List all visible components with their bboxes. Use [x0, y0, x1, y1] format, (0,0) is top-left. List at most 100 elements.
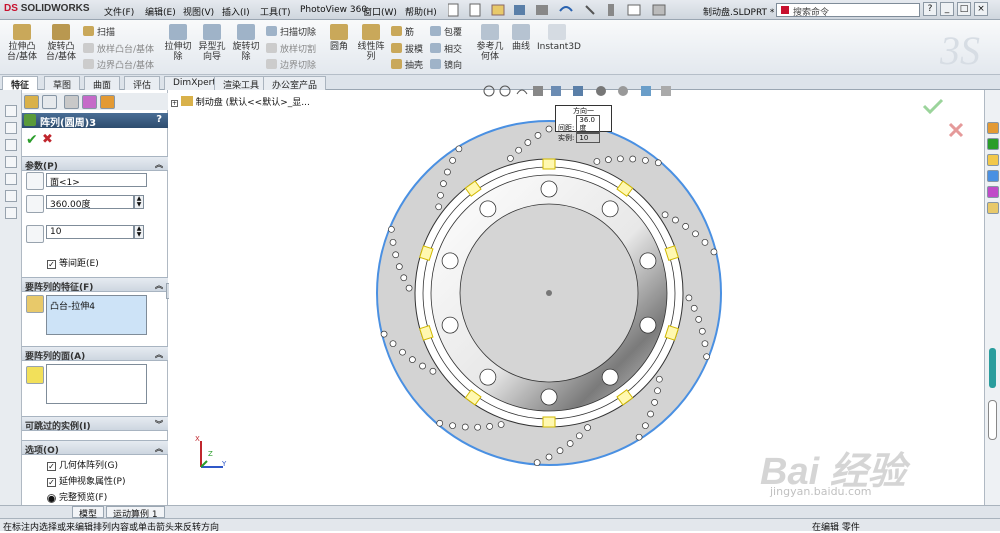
close-button[interactable]: ×: [974, 2, 988, 16]
confirm-cancel-icon[interactable]: [948, 122, 964, 138]
intersect-button[interactable]: 相交: [430, 42, 462, 55]
spacing-label: 间距:: [558, 124, 575, 132]
revolved-cut-button[interactable]: 旋转切除: [230, 24, 262, 62]
expand-toggle-icon[interactable]: +: [171, 100, 178, 107]
section-options[interactable]: 选项(O) ︽: [22, 440, 168, 456]
angle-input[interactable]: 360.00度: [46, 195, 134, 210]
section-features-to-pattern[interactable]: 要阵列的特征(F) ︽: [22, 277, 168, 293]
revolved-boss-button[interactable]: 旋转凸台/基体: [44, 24, 78, 62]
appearance-icon[interactable]: [987, 186, 999, 198]
resources-icon[interactable]: [987, 122, 999, 134]
zoom-slider-icon[interactable]: [989, 348, 996, 388]
instances-spinner[interactable]: ▲ ▼: [134, 225, 144, 239]
menu-help[interactable]: 帮助(H): [405, 5, 437, 18]
extruded-cut-button[interactable]: 拉伸切除: [162, 24, 194, 62]
instances-value[interactable]: 10: [576, 133, 601, 143]
menu-insert[interactable]: 插入(I): [222, 5, 250, 18]
app-logo[interactable]: DS SOLIDWORKS: [4, 3, 90, 14]
display-tab-icon[interactable]: [100, 95, 115, 109]
draft-button[interactable]: 拔模: [391, 42, 423, 55]
menu-view[interactable]: 视图(V): [183, 5, 214, 18]
dimxpert-icon[interactable]: [5, 156, 17, 168]
section-faces-to-pattern[interactable]: 要阵列的面(A) ︽: [22, 346, 168, 362]
panel-help-button[interactable]: ?: [156, 114, 162, 125]
tab-features[interactable]: 特征: [2, 76, 39, 91]
sketch-icon[interactable]: [5, 190, 17, 202]
dimxpert-tab-icon[interactable]: [82, 95, 97, 109]
fillet-button[interactable]: 圆角: [326, 24, 352, 52]
swept-cut-button[interactable]: 扫描切除: [266, 25, 316, 38]
section-parameters[interactable]: 参数(P) ︽: [22, 156, 168, 172]
property-icon[interactable]: [5, 122, 17, 134]
feature-tree-icon[interactable]: [5, 105, 17, 117]
ok-button[interactable]: ✔: [26, 132, 38, 148]
tab-motion-study[interactable]: 运动算例 1: [106, 506, 165, 520]
geometry-pattern-checkbox[interactable]: ✓ 几何体阵列(G): [47, 458, 118, 471]
linear-pattern-button[interactable]: 线性阵列: [354, 24, 388, 62]
feature-tree-root[interactable]: + 制动盘 (默认<<默认>_显...: [171, 95, 310, 108]
tab-sketch[interactable]: 草图: [44, 76, 81, 91]
tab-office-products[interactable]: 办公室产品: [263, 76, 327, 91]
spacing-value[interactable]: 36.0度: [576, 115, 601, 133]
boundary-boss-button[interactable]: 边界凸台/基体: [83, 58, 154, 71]
reference-geometry-button[interactable]: 参考几何体: [474, 24, 506, 62]
property-manager: 阵列(圆周)3 ? ✔ ✖ 参数(P) ︽ 面<1> 360.00度 ▲ ▼ 10 …: [22, 90, 168, 505]
pattern-callout[interactable]: 方向一 间距:36.0度 实例: 10: [555, 105, 612, 143]
quick-access-toolbar[interactable]: [448, 3, 678, 17]
feature-manager-tab-icon[interactable]: [24, 95, 39, 109]
menu-window[interactable]: 窗口(W): [363, 5, 397, 18]
rib-button[interactable]: 筋: [391, 25, 414, 38]
property-manager-tab-icon[interactable]: [42, 95, 57, 109]
maximize-button[interactable]: □: [957, 2, 971, 16]
configuration-tab-icon[interactable]: [64, 95, 79, 109]
display-icon[interactable]: [5, 173, 17, 185]
menu-edit[interactable]: 编辑(E): [145, 5, 176, 18]
hole-wizard-button[interactable]: 异型孔向导: [196, 24, 228, 62]
config-icon[interactable]: [5, 139, 17, 151]
instances-input[interactable]: 10: [46, 225, 134, 239]
confirm-corner[interactable]: [914, 94, 974, 144]
menu-tools[interactable]: 工具(T): [260, 5, 291, 18]
wrap-button[interactable]: 包覆: [430, 25, 462, 38]
minimize-button[interactable]: _: [940, 2, 954, 16]
angle-spinner[interactable]: ▲ ▼: [134, 195, 144, 209]
file-explorer-icon[interactable]: [987, 154, 999, 166]
search-commands-input[interactable]: 搜索命令: [776, 3, 920, 18]
pattern-axis-field[interactable]: 面<1>: [46, 173, 147, 188]
equal-spacing-checkbox[interactable]: ✓ 等间距(E): [47, 256, 99, 269]
mirror-button[interactable]: 镜向: [430, 58, 462, 71]
section-skipped-instances[interactable]: 可跳过的实例(I) ︾: [22, 416, 168, 432]
faces-list[interactable]: [46, 364, 147, 404]
help-button[interactable]: ?: [923, 2, 937, 16]
extruded-boss-button[interactable]: 拉伸凸台/基体: [6, 24, 38, 62]
design-library-icon[interactable]: [987, 138, 999, 150]
cancel-button[interactable]: ✖: [42, 132, 53, 147]
custom-properties-icon[interactable]: [987, 202, 999, 214]
features-list[interactable]: 凸台-拉伸4: [46, 295, 147, 335]
lofted-cut-button[interactable]: 放样切割: [266, 42, 316, 55]
list-item[interactable]: 凸台-拉伸4: [50, 302, 95, 312]
instant3d-button[interactable]: Instant3D: [537, 24, 581, 52]
instances-icon: [26, 225, 44, 243]
plane-icon[interactable]: [5, 207, 17, 219]
tab-evaluate[interactable]: 评估: [124, 76, 161, 91]
propagate-visual-checkbox[interactable]: ✓ 延伸视象属性(P): [47, 474, 125, 487]
full-preview-radio[interactable]: ● 完整预览(F): [47, 490, 107, 503]
triad-x-label: X: [195, 435, 200, 443]
search-icon[interactable]: [987, 170, 999, 182]
collapse-icon: ︽: [155, 444, 163, 453]
tab-model[interactable]: 模型: [72, 506, 105, 520]
thermometer-icon[interactable]: [988, 400, 997, 440]
confirm-ok-icon[interactable]: [922, 98, 944, 115]
menu-photoview[interactable]: PhotoView 360: [300, 5, 367, 15]
task-pane: [984, 90, 1000, 505]
boundary-cut-button[interactable]: 边界切除: [266, 58, 316, 71]
sweep-button[interactable]: 扫描: [83, 25, 115, 38]
tab-surfaces[interactable]: 曲面: [84, 76, 121, 91]
curves-button[interactable]: 曲线: [508, 24, 534, 52]
heads-up-view-toolbar[interactable]: [481, 82, 721, 102]
shell-button[interactable]: 抽壳: [391, 58, 423, 71]
menu-file[interactable]: 文件(F): [104, 5, 134, 18]
tab-render-tools[interactable]: 渲染工具: [214, 76, 269, 91]
loft-button[interactable]: 放样凸台/基体: [83, 42, 154, 55]
